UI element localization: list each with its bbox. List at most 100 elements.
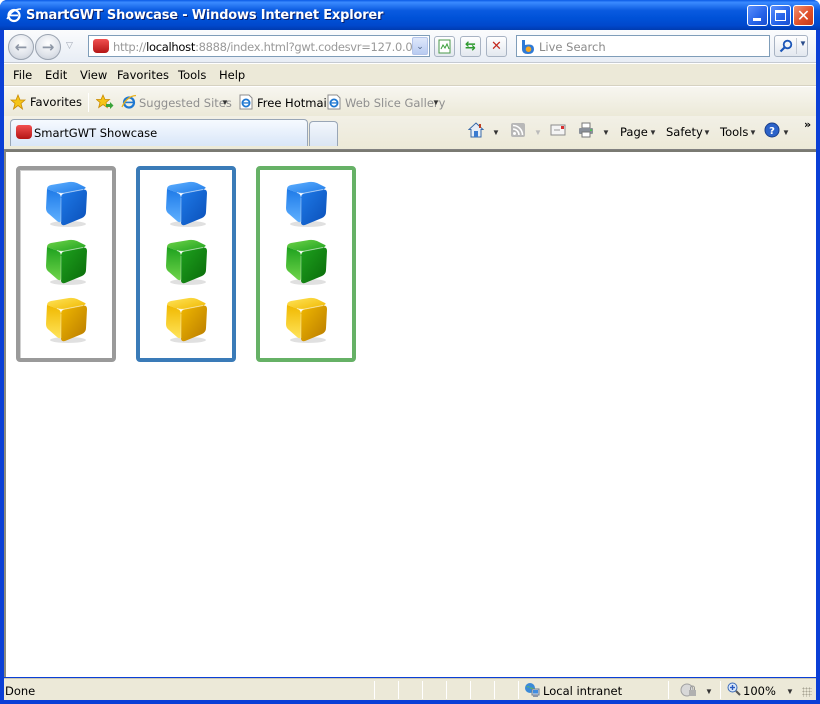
forward-button[interactable]: → — [35, 34, 61, 60]
suggested-sites-link[interactable]: Suggested Sites — [139, 96, 232, 110]
compatibility-view-icon — [438, 39, 450, 54]
security-zone: Local intranet — [543, 684, 623, 698]
title-bar[interactable]: SmartGWT Showcase - Windows Internet Exp… — [0, 0, 820, 30]
yellow-cube-icon — [166, 297, 207, 343]
favorites-star-icon — [10, 94, 26, 110]
navigation-bar: ← → ▽ http://localhost:8888/index.html?g… — [4, 30, 816, 63]
local-intranet-icon — [525, 683, 540, 697]
tools-dropdown-icon[interactable]: ▼ — [749, 128, 757, 137]
stop-icon: ✕ — [491, 39, 502, 54]
add-to-favorites-bar-icon[interactable] — [96, 94, 114, 110]
status-divider — [398, 681, 399, 699]
yellow-cube-icon — [46, 297, 87, 343]
stop-button[interactable]: ✕ — [486, 36, 507, 57]
web-slice-gallery-link[interactable]: Web Slice Gallery — [345, 96, 445, 110]
feeds-dropdown-icon: ▼ — [534, 128, 542, 137]
search-placeholder: Live Search — [539, 40, 606, 54]
close-icon: ✕ — [796, 6, 811, 25]
search-options-dropdown-icon[interactable]: ▼ — [799, 39, 807, 48]
tools-menu-button[interactable]: Tools — [720, 125, 748, 139]
more-commands-chevron[interactable]: » — [804, 118, 811, 131]
web-slice-gallery-dropdown-icon[interactable]: ▼ — [432, 98, 440, 107]
refresh-icon: ⇆ — [465, 39, 476, 54]
internet-explorer-icon — [6, 8, 22, 23]
green-cube-icon — [166, 239, 207, 285]
menu-file[interactable]: File — [13, 68, 32, 82]
protected-mode-dropdown-icon[interactable]: ▼ — [705, 687, 713, 696]
tab-smartgwt-showcase[interactable]: SmartGWT Showcase — [10, 119, 308, 146]
protected-mode-icon[interactable] — [680, 682, 698, 698]
close-button[interactable]: ✕ — [793, 5, 814, 26]
home-icon[interactable] — [468, 122, 484, 138]
page-viewport — [4, 150, 816, 677]
status-divider — [374, 681, 375, 699]
recent-pages-dropdown[interactable]: ▽ — [66, 41, 73, 51]
compatibility-view-button[interactable] — [434, 36, 455, 57]
menu-bar: File Edit View Favorites Tools Help — [4, 64, 816, 86]
menu-edit[interactable]: Edit — [45, 68, 67, 82]
page-menu-button[interactable]: Page — [620, 125, 648, 139]
zoom-dropdown-icon[interactable]: ▼ — [786, 687, 794, 696]
help-dropdown-icon[interactable]: ▼ — [782, 128, 790, 137]
status-bar: Done Local intranet ▼ 100% ▼ — [4, 678, 816, 700]
free-hotmail-page-icon — [239, 94, 253, 110]
menu-favorites[interactable]: Favorites — [117, 68, 169, 82]
new-tab-button[interactable] — [309, 121, 338, 146]
status-divider — [446, 681, 447, 699]
help-icon[interactable]: ? — [764, 122, 780, 138]
page-dropdown-icon[interactable]: ▼ — [649, 128, 657, 137]
status-divider — [668, 681, 669, 699]
feeds-icon[interactable] — [510, 122, 526, 138]
status-divider — [720, 681, 721, 699]
favorites-separator — [88, 93, 89, 112]
status-text: Done — [5, 684, 36, 698]
status-divider — [422, 681, 423, 699]
suggested-sites-ie-icon — [121, 94, 137, 109]
zoom-magnifier-icon[interactable] — [727, 682, 741, 696]
address-host: localhost — [146, 40, 196, 54]
menu-tools[interactable]: Tools — [178, 68, 206, 82]
forward-arrow-icon: → — [41, 38, 55, 56]
green-cube-icon — [286, 239, 327, 285]
read-mail-icon[interactable] — [550, 122, 566, 138]
address-bar[interactable]: http://localhost:8888/index.html?gwt.cod… — [88, 35, 430, 57]
back-button[interactable]: ← — [8, 34, 34, 60]
favorites-button[interactable]: Favorites — [30, 95, 82, 109]
bing-icon — [522, 40, 534, 54]
blue-cube-icon — [286, 181, 327, 227]
safety-menu-button[interactable]: Safety — [666, 125, 703, 139]
yellow-cube-icon — [286, 297, 327, 343]
window-title: SmartGWT Showcase - Windows Internet Exp… — [26, 8, 384, 23]
address-dropdown-button[interactable]: ⌄ — [412, 37, 428, 55]
suggested-sites-dropdown-icon[interactable]: ▼ — [221, 98, 229, 107]
blue-cube-icon — [166, 181, 207, 227]
print-icon[interactable] — [578, 122, 594, 138]
minimize-button[interactable] — [747, 5, 768, 26]
menu-help[interactable]: Help — [219, 68, 245, 82]
safety-dropdown-icon[interactable]: ▼ — [703, 128, 711, 137]
status-divider — [470, 681, 471, 699]
zoom-level[interactable]: 100% — [743, 684, 776, 698]
home-dropdown-icon[interactable]: ▼ — [492, 128, 500, 137]
maximize-button[interactable] — [770, 5, 791, 26]
print-dropdown-icon[interactable]: ▼ — [602, 128, 610, 137]
free-hotmail-link[interactable]: Free Hotmail — [257, 96, 330, 110]
cube-frame-gray — [16, 166, 116, 362]
menu-view[interactable]: View — [80, 68, 107, 82]
address-input[interactable]: http://localhost:8888/index.html?gwt.cod… — [113, 40, 413, 54]
address-scheme: http:// — [113, 40, 147, 54]
search-button-divider — [796, 38, 797, 54]
maximize-icon — [775, 10, 786, 21]
status-divider — [494, 681, 495, 699]
refresh-button[interactable]: ⇆ — [460, 36, 481, 57]
window-bottom-border — [0, 700, 820, 704]
search-button[interactable]: ▼ — [774, 35, 808, 57]
search-input[interactable]: Live Search — [516, 35, 770, 57]
svg-text:?: ? — [769, 126, 775, 137]
blue-cube-icon — [46, 181, 87, 227]
minimize-icon — [753, 18, 761, 21]
tab-bar: SmartGWT Showcase ▼ ▼ ▼ Page ▼ Safety ▼ … — [4, 116, 816, 150]
resize-grip[interactable] — [802, 687, 812, 697]
browser-chrome: ← → ▽ http://localhost:8888/index.html?g… — [4, 30, 816, 150]
tab-title: SmartGWT Showcase — [34, 126, 158, 140]
